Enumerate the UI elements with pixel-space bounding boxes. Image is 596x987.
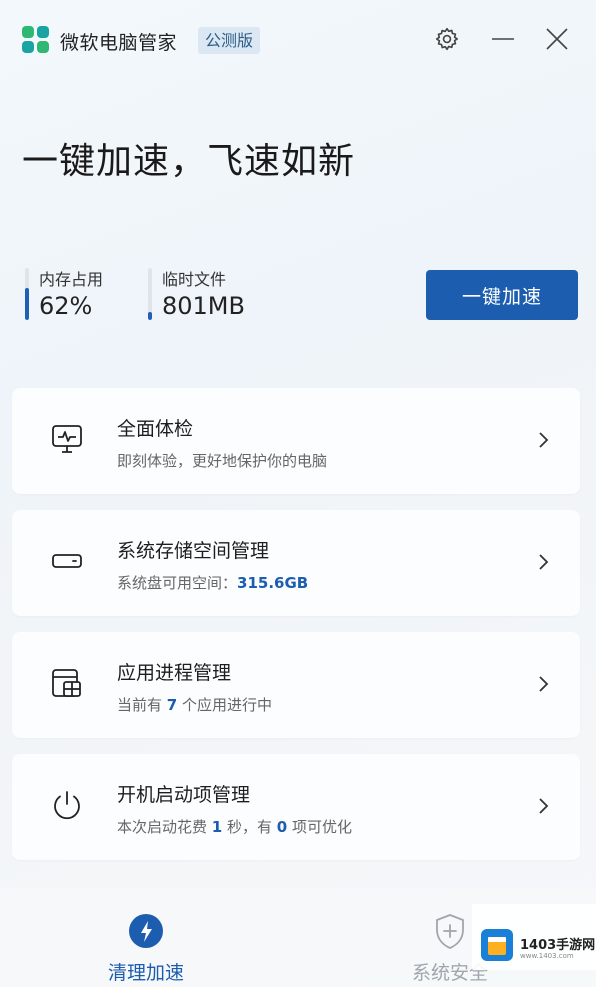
site-watermark: 1403手游网 www.1403.com [472, 904, 596, 970]
process-icon [52, 669, 81, 697]
startup-subtitle: 本次启动花费 1 秒，有 0 项可优化 [117, 818, 352, 836]
temp-files-value: 801MB [162, 292, 245, 320]
gear-icon [435, 27, 458, 51]
app-count-value: 7 [166, 696, 178, 714]
temp-level-bar [148, 268, 152, 320]
chevron-right-icon [539, 432, 549, 448]
memory-level-bar [25, 268, 29, 320]
startup-management-card[interactable]: 开机启动项管理 本次启动花费 1 秒，有 0 项可优化 [12, 754, 580, 860]
close-icon [546, 28, 568, 50]
process-management-card[interactable]: 应用进程管理 当前有 7 个应用进行中 [12, 632, 580, 738]
boot-seconds-value: 1 [211, 818, 223, 836]
health-check-card[interactable]: 全面体检 即刻体验，更好地保护你的电脑 [12, 388, 580, 494]
lightning-icon [129, 914, 163, 948]
storage-management-card[interactable]: 系统存储空间管理 系统盘可用空间：315.6GB [12, 510, 580, 616]
process-subtitle: 当前有 7 个应用进行中 [117, 696, 272, 714]
beta-badge: 公测版 [198, 27, 261, 54]
storage-icon [52, 554, 82, 568]
app-title: 微软电脑管家 [60, 32, 178, 54]
watermark-name: 1403手游网 [520, 938, 596, 953]
health-check-icon [52, 425, 82, 453]
health-check-title: 全面体检 [117, 418, 194, 440]
free-space-value: 315.6GB [237, 574, 309, 592]
temp-level-fill [148, 312, 152, 320]
settings-button[interactable] [432, 24, 462, 54]
memory-value: 62% [39, 292, 93, 320]
chevron-right-icon [539, 798, 549, 814]
app-logo-icon [22, 26, 49, 53]
watermark-logo-icon [481, 929, 513, 961]
storage-title: 系统存储空间管理 [117, 540, 270, 562]
optimizable-count-value: 0 [276, 818, 288, 836]
memory-label: 内存占用 [39, 270, 104, 289]
process-title: 应用进程管理 [117, 662, 232, 684]
one-click-boost-button[interactable]: 一键加速 [426, 270, 578, 320]
title-bar: 微软电脑管家 公测版 [0, 0, 596, 80]
close-button[interactable] [542, 24, 572, 54]
memory-level-fill [25, 287, 29, 320]
temp-files-label: 临时文件 [162, 270, 227, 289]
memory-usage-stat: 内存占用 62% [25, 266, 135, 322]
minimize-button[interactable] [488, 24, 518, 54]
power-icon [54, 791, 80, 820]
nav-clean-label: 清理加速 [107, 962, 184, 984]
storage-subtitle: 系统盘可用空间：315.6GB [117, 574, 309, 592]
startup-title: 开机启动项管理 [117, 784, 251, 806]
nav-clean-boost[interactable]: 清理加速 [56, 888, 236, 987]
health-check-subtitle: 即刻体验，更好地保护你的电脑 [117, 452, 328, 470]
watermark-url: www.1403.com [520, 952, 574, 960]
temp-files-stat: 临时文件 801MB [148, 266, 258, 322]
minimize-icon [492, 38, 514, 40]
chevron-right-icon [539, 554, 549, 570]
page-headline: 一键加速，飞速如新 [22, 141, 356, 182]
shield-icon [436, 914, 464, 949]
chevron-right-icon [539, 676, 549, 692]
